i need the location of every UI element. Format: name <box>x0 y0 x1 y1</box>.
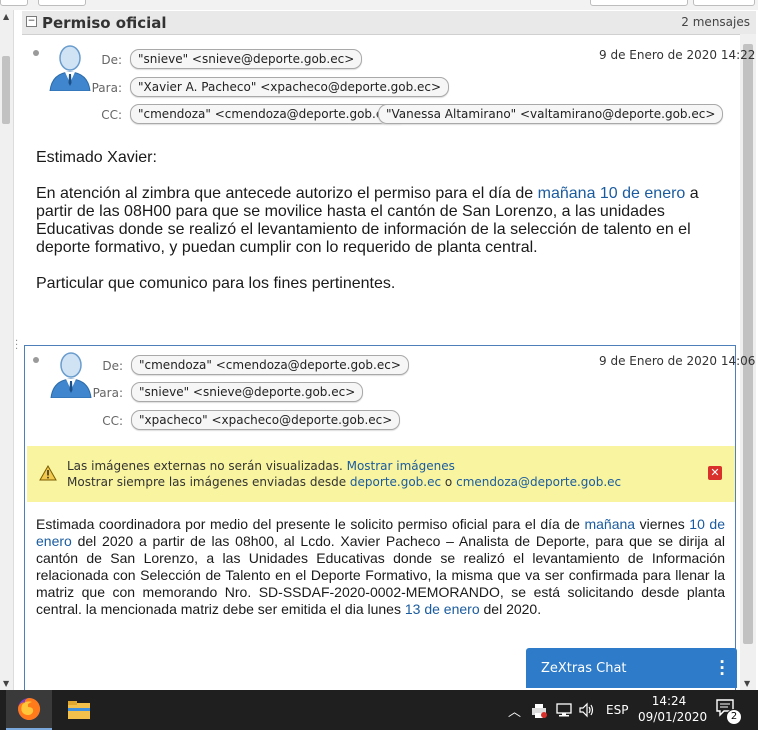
collapse-icon[interactable]: − <box>26 16 37 27</box>
warning-line-2: Mostrar siempre las imágenes enviadas de… <box>67 475 622 489</box>
conversation-header: − Permiso oficial 2 mensajes <box>22 11 756 35</box>
always-show-sender-link[interactable]: cmendoza@deporte.gob.ec <box>456 475 621 489</box>
warning-line-1: Las imágenes externas no serán visualiza… <box>67 459 455 473</box>
cc-label: CC: <box>102 414 123 428</box>
clock-time: 14:24 <box>651 694 687 708</box>
read-status-dot[interactable] <box>33 50 39 56</box>
read-status-dot[interactable] <box>33 357 39 363</box>
firefox-taskbar-button[interactable] <box>6 690 52 730</box>
always-show-domain-link[interactable]: deporte.gob.ec <box>350 475 441 489</box>
to-address[interactable]: "snieve" <snieve@deporte.gob.ec> <box>131 382 364 402</box>
conversation-title: Permiso oficial <box>42 14 167 32</box>
external-images-warning: Las imágenes externas no serán visualiza… <box>27 446 735 502</box>
notification-badge: 2 <box>726 709 742 725</box>
scroll-down-icon[interactable]: ▼ <box>3 679 9 688</box>
from-address[interactable]: "snieve" <snieve@deporte.gob.ec> <box>130 49 363 69</box>
message-body: Estimado Xavier: En atención al zimbra q… <box>36 149 716 311</box>
message-2: De: "cmendoza" <cmendoza@deporte.gob.ec>… <box>24 345 755 691</box>
chat-label: ZeXtras Chat <box>541 661 627 676</box>
toolbar-button[interactable] <box>38 0 86 6</box>
windows-taskbar: ︿ ESP 14:24 09/01/2020 2 <box>0 690 758 730</box>
volume-icon[interactable] <box>578 702 596 718</box>
more-options-icon[interactable]: · · · <box>719 655 725 682</box>
toolbar-button[interactable] <box>0 0 28 6</box>
message-count: 2 mensajes <box>681 15 750 29</box>
message-date: 9 de Enero de 2020 14:22 <box>599 48 756 62</box>
printer-icon[interactable] <box>530 703 548 719</box>
to-label: Para: <box>92 386 123 400</box>
toolbar-button[interactable] <box>590 0 688 6</box>
paragraph: Particular que comunico para los fines p… <box>36 275 396 292</box>
paragraph: En atención al zimbra que antecede autor… <box>36 185 699 256</box>
from-label: De: <box>101 53 122 67</box>
warning-icon <box>39 465 57 481</box>
close-icon[interactable]: ✕ <box>708 466 722 480</box>
toolbar-button[interactable] <box>693 0 755 6</box>
taskbar-clock[interactable]: 14:24 09/01/2020 <box>638 693 708 725</box>
message-body: Estimada coordinadora por medio del pres… <box>36 516 725 617</box>
scroll-up-icon[interactable]: ▲ <box>3 12 9 21</box>
show-images-link[interactable]: Mostrar imágenes <box>347 459 455 473</box>
message-date: 9 de Enero de 2020 14:06 <box>599 354 756 368</box>
firefox-icon <box>18 697 41 720</box>
left-pane-scrollbar[interactable]: ▲ ▼ <box>0 10 14 690</box>
message-1: De: "snieve" <snieve@deporte.gob.ec> Par… <box>22 35 755 340</box>
cc-address[interactable]: "Vanessa Altamirano" <valtamirano@deport… <box>378 104 724 124</box>
from-label: De: <box>102 359 123 373</box>
cc-address[interactable]: "cmendoza" <cmendoza@deporte.gob.ec> <box>130 104 408 124</box>
clock-date: 09/01/2020 <box>638 710 708 724</box>
scrollbar-thumb[interactable] <box>743 44 753 644</box>
greeting: Estimado Xavier: <box>36 149 157 166</box>
scroll-down-icon[interactable]: ▼ <box>744 679 750 688</box>
file-explorer-taskbar-button[interactable] <box>56 690 102 730</box>
zextras-chat-bar[interactable]: ZeXtras Chat · · · <box>526 648 737 688</box>
to-address[interactable]: "Xavier A. Pacheco" <xpacheco@deporte.go… <box>130 77 450 97</box>
top-toolbar-strip <box>0 0 758 10</box>
date-link[interactable]: mañana 10 de enero <box>538 185 686 202</box>
file-explorer-icon <box>68 701 90 719</box>
to-label: Para: <box>91 81 122 95</box>
language-indicator[interactable]: ESP <box>606 703 628 717</box>
network-icon[interactable] <box>556 703 572 718</box>
scrollbar-thumb[interactable] <box>2 56 10 124</box>
pane-splitter-handle[interactable]: · · · <box>15 337 18 355</box>
from-address[interactable]: "cmendoza" <cmendoza@deporte.gob.ec> <box>131 355 409 375</box>
cc-address[interactable]: "xpacheco" <xpacheco@deporte.gob.ec> <box>131 410 401 430</box>
date-link[interactable]: 13 de enero <box>405 601 480 617</box>
chevron-up-icon[interactable]: ︿ <box>508 701 521 720</box>
notification-center-button[interactable]: 2 <box>716 699 742 725</box>
date-link[interactable]: mañana <box>584 516 635 532</box>
cc-label: CC: <box>101 108 122 122</box>
